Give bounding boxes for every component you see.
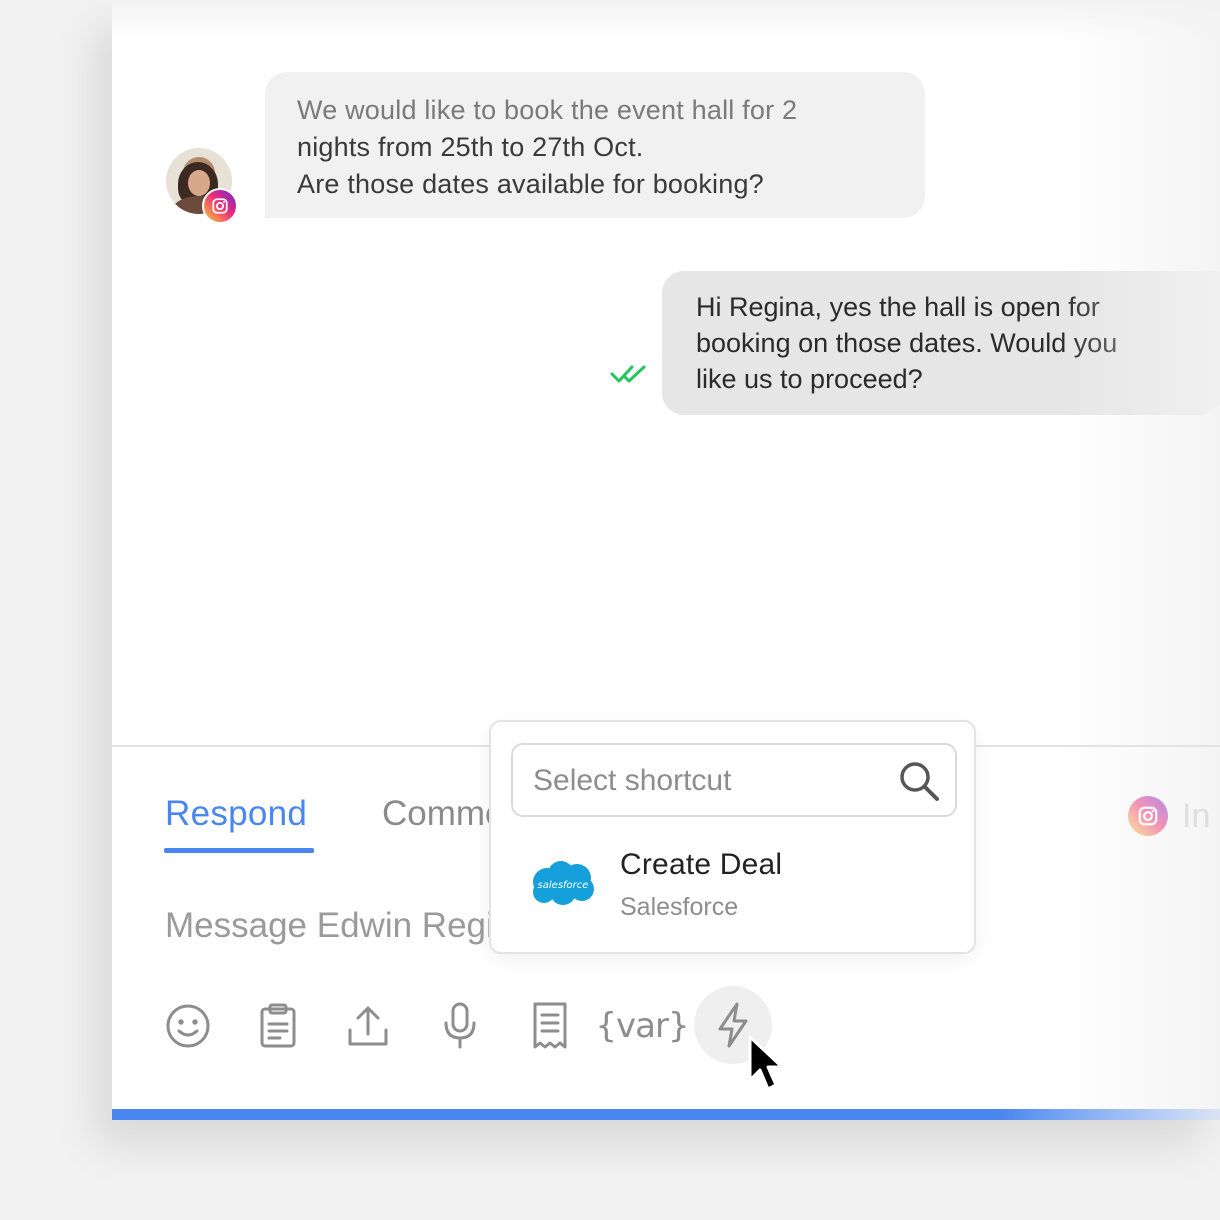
outgoing-message-bubble: Hi Regina, yes the hall is open for book…: [662, 271, 1220, 415]
message-line: We would like to book the event hall for…: [297, 95, 798, 125]
channel-selector[interactable]: In: [1128, 796, 1220, 836]
message-line: nights from 25th to 27th Oct.: [297, 132, 644, 162]
shortcut-search-input[interactable]: [531, 759, 885, 803]
active-tab-indicator: [164, 848, 314, 853]
salesforce-logo: salesforce: [533, 861, 594, 905]
message-line: booking on those dates. Would you: [696, 328, 1118, 358]
shortcut-item-create-deal[interactable]: salesforce Create Deal Salesforce: [511, 836, 957, 936]
clipboard-icon[interactable]: [252, 1000, 304, 1052]
accent-bar: [112, 1109, 1220, 1120]
channel-label: In: [1182, 796, 1211, 835]
receipt-icon[interactable]: [524, 1000, 576, 1052]
shortcut-title: Create Deal: [620, 848, 783, 881]
shortcut-subtitle: Salesforce: [620, 893, 739, 921]
message-line: like us to proceed?: [696, 364, 923, 394]
mouse-cursor-icon: [748, 1035, 784, 1091]
incoming-message-bubble: We would like to book the event hall for…: [265, 72, 925, 218]
message-input[interactable]: Message Edwin Regina: [165, 906, 490, 946]
search-icon[interactable]: [897, 759, 941, 803]
microphone-icon[interactable]: [434, 1000, 486, 1052]
read-receipt-icon: [610, 365, 646, 383]
shortcut-popup: salesforce Create Deal Salesforce: [489, 720, 976, 954]
tab-respond[interactable]: Respond: [165, 794, 307, 834]
shortcut-search[interactable]: [511, 743, 957, 817]
upload-icon[interactable]: [342, 1000, 394, 1052]
emoji-icon[interactable]: [162, 1000, 214, 1052]
message-line: Hi Regina, yes the hall is open for: [696, 292, 1100, 322]
instagram-icon: [1128, 796, 1168, 836]
message-line: Are those dates available for booking?: [297, 169, 764, 199]
instagram-icon: [202, 188, 238, 224]
tab-comment[interactable]: Comment: [382, 794, 490, 834]
variable-icon[interactable]: {var}: [595, 1000, 689, 1052]
svg-text:salesforce: salesforce: [538, 880, 589, 891]
